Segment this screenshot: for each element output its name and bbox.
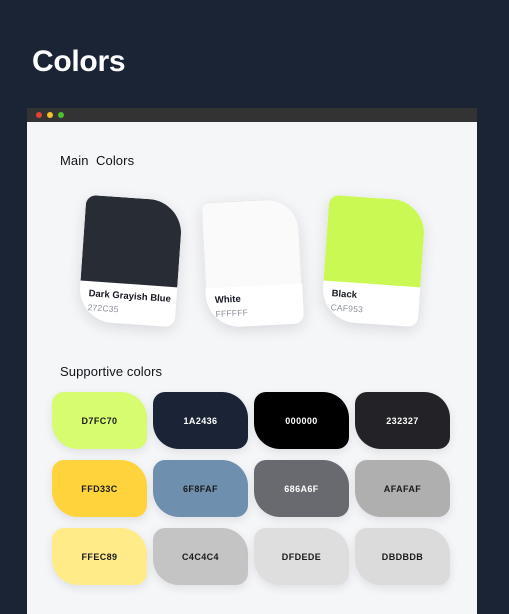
supportive-color-swatch[interactable]: 1A2436 — [153, 392, 248, 449]
close-icon[interactable] — [36, 112, 42, 118]
supportive-color-swatch[interactable]: D7FC70 — [52, 392, 147, 449]
main-color-card[interactable]: White FFFFFF — [200, 197, 305, 329]
swatch-hex-label: AFAFAF — [383, 483, 422, 494]
supportive-colors-heading: Supportive colors — [60, 364, 163, 379]
window-titlebar — [27, 108, 477, 122]
supportive-color-swatch[interactable]: DBDBDB — [355, 528, 450, 585]
swatch-hex-label: 232327 — [386, 415, 419, 426]
supportive-color-swatch[interactable]: DFDEDE — [254, 528, 349, 585]
supportive-color-swatch[interactable]: 000000 — [254, 392, 349, 449]
main-color-card[interactable]: Dark Grayish Blue 272C35 — [77, 194, 184, 328]
swatch-hex-label: DFDEDE — [281, 551, 322, 562]
supportive-color-swatch[interactable]: C4C4C4 — [153, 528, 248, 585]
minimize-icon[interactable] — [47, 112, 53, 118]
color-swatch-preview — [80, 194, 184, 288]
browser-window-mockup: Main Colors Dark Grayish Blue 272C35 White… — [27, 108, 477, 614]
color-card-meta: Dark Grayish Blue 272C35 — [87, 287, 171, 319]
swatch-hex-label: 1A2436 — [183, 415, 218, 426]
color-swatch-preview — [323, 194, 427, 288]
supportive-color-swatch[interactable]: 686A6F — [254, 460, 349, 517]
supportive-colors-grid: D7FC70 1A2436 000000 232327 FFD33C 6F8FAF 686A… — [52, 392, 452, 585]
swatch-hex-label: 686A6F — [284, 483, 319, 494]
supportive-color-swatch[interactable]: FFEC89 — [52, 528, 147, 585]
swatch-hex-label: DBDBDB — [381, 551, 424, 562]
swatch-hex-label: D7FC70 — [81, 415, 118, 426]
swatch-hex-label: C4C4C4 — [182, 551, 219, 562]
swatch-hex-label: FFEC89 — [81, 551, 118, 562]
swatch-hex-label: 6F8FAF — [183, 483, 218, 494]
color-card-meta: Black CAF953 — [330, 287, 414, 319]
swatch-hex-label: 000000 — [285, 415, 318, 426]
window-content: Main Colors Dark Grayish Blue 272C35 White… — [27, 122, 477, 614]
maximize-icon[interactable] — [58, 112, 64, 118]
supportive-color-swatch[interactable]: 6F8FAF — [153, 460, 248, 517]
main-colors-heading: Main Colors — [60, 153, 135, 168]
color-card-meta: White FFFFFF — [215, 290, 298, 320]
supportive-color-swatch[interactable]: 232327 — [355, 392, 450, 449]
page-title: Colors — [32, 45, 126, 78]
main-color-card[interactable]: Black CAF953 — [320, 194, 427, 328]
color-swatch-preview — [200, 197, 303, 289]
swatch-hex-label: FFD33C — [81, 483, 118, 494]
supportive-color-swatch[interactable]: FFD33C — [52, 460, 147, 517]
main-colors-card-list: Dark Grayish Blue 272C35 White FFFFFF Black C… — [27, 194, 477, 334]
supportive-color-swatch[interactable]: AFAFAF — [355, 460, 450, 517]
